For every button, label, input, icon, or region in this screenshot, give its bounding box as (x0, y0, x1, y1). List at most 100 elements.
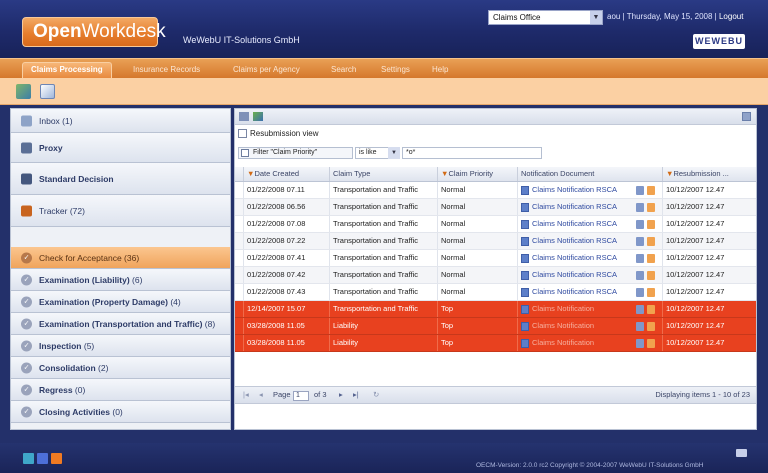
filter-checkbox[interactable] (241, 149, 249, 157)
folder-icon[interactable] (647, 237, 655, 246)
edit-icon[interactable] (636, 186, 644, 195)
table-row[interactable]: 03/28/2008 11.05 Liability Top Claims Notif… (235, 335, 756, 352)
tab-search[interactable]: Search (331, 63, 356, 79)
cell-notification-document[interactable]: Claims Notification RSCA (517, 284, 662, 300)
tab-claims-per-agency[interactable]: Claims per Agency (233, 63, 300, 79)
next-page-icon[interactable]: ▸ (339, 390, 343, 399)
office-select[interactable]: Claims Office ▼ (488, 10, 603, 25)
sidebar-task-check-for-acceptance[interactable]: ✓ Check for Acceptance (36) (11, 247, 230, 269)
folder-icon[interactable] (736, 449, 747, 457)
copy-icon[interactable] (16, 84, 31, 99)
sidebar-task-examination-property-damage[interactable]: ✓ Examination (Property Damage) (4) (11, 291, 230, 313)
table-row[interactable]: 01/22/2008 06.56 Transportation and Traff… (235, 199, 756, 216)
cell-notification-document[interactable]: Claims Notification RSCA (517, 199, 662, 215)
sidebar-item-tracker[interactable]: Tracker (72) (11, 195, 230, 227)
sidebar-task-inspection[interactable]: ✓ Inspection (5) (11, 335, 230, 357)
chevron-down-icon[interactable]: ▼ (388, 147, 400, 159)
app-square-icon[interactable] (37, 453, 48, 464)
table-row[interactable]: 01/22/2008 07.42 Transportation and Traff… (235, 267, 756, 284)
edit-icon[interactable] (636, 339, 644, 348)
sidebar-item-proxy[interactable]: Proxy (11, 133, 230, 163)
folder-icon[interactable] (647, 322, 655, 331)
document-link[interactable]: Claims Notification RSCA (532, 219, 617, 228)
folder-icon[interactable] (647, 271, 655, 280)
cell-notification-document[interactable]: Claims Notification (517, 318, 662, 334)
sidebar-item-standard-decision[interactable]: Standard Decision (11, 163, 230, 195)
cell-notification-document[interactable]: Claims Notification RSCA (517, 250, 662, 266)
col-date-created[interactable]: ▼Date Created (243, 167, 329, 181)
col-resubmission[interactable]: ▼Resubmission ... (662, 167, 756, 181)
document-link[interactable]: Claims Notification RSCA (532, 236, 617, 245)
cell-notification-document[interactable]: Claims Notification (517, 335, 662, 351)
edit-icon[interactable] (636, 322, 644, 331)
refresh-icon[interactable]: ↻ (373, 390, 379, 399)
document-link[interactable]: Claims Notification RSCA (532, 253, 617, 262)
edit-icon[interactable] (636, 237, 644, 246)
filter-value-input[interactable]: *o* (402, 147, 542, 159)
folder-icon[interactable] (647, 254, 655, 263)
filter-priority-label[interactable]: Filter "Claim Priority" (238, 147, 353, 159)
cell-notification-document[interactable]: Claims Notification RSCA (517, 216, 662, 232)
document-link[interactable]: Claims Notification (532, 304, 594, 313)
document-link[interactable]: Claims Notification RSCA (532, 287, 617, 296)
edit-icon[interactable] (636, 203, 644, 212)
table-row[interactable]: 01/22/2008 07.08 Transportation and Traff… (235, 216, 756, 233)
sidebar-item-inbox[interactable]: Inbox (1) (11, 109, 230, 133)
edit-icon[interactable] (636, 220, 644, 229)
cell-notification-document[interactable]: Claims Notification RSCA (517, 233, 662, 249)
table-row[interactable]: 01/22/2008 07.41 Transportation and Traff… (235, 250, 756, 267)
sidebar-item-label: Tracker (72) (39, 205, 85, 216)
col-claim-priority[interactable]: ▼Claim Priority (437, 167, 517, 181)
page-number-input[interactable]: 1 (293, 391, 309, 401)
cell-notification-document[interactable]: Claims Notification RSCA (517, 267, 662, 283)
edit-icon[interactable] (636, 305, 644, 314)
folder-icon[interactable] (647, 203, 655, 212)
app-square-icon[interactable] (51, 453, 62, 464)
edit-icon[interactable] (636, 254, 644, 263)
table-row[interactable]: 12/14/2007 15.07 Transportation and Traff… (235, 301, 756, 318)
sidebar-task-examination-transportation[interactable]: ✓ Examination (Transportation and Traffi… (11, 313, 230, 335)
prev-page-icon[interactable]: ◂ (259, 390, 263, 399)
cell-notification-document[interactable]: Claims Notification (517, 301, 662, 317)
table-row[interactable]: 01/22/2008 07.43 Transportation and Traff… (235, 284, 756, 301)
document-icon[interactable] (40, 84, 55, 99)
folder-icon[interactable] (647, 339, 655, 348)
folder-icon[interactable] (647, 220, 655, 229)
document-link[interactable]: Claims Notification RSCA (532, 185, 617, 194)
sidebar-task-regress[interactable]: ✓ Regress (0) (11, 379, 230, 401)
folder-icon[interactable] (647, 305, 655, 314)
logout-link[interactable]: Logout (719, 12, 743, 21)
table-row[interactable]: 03/28/2008 11.05 Liability Top Claims Notif… (235, 318, 756, 335)
table-row[interactable]: 01/22/2008 07.22 Transportation and Traff… (235, 233, 756, 250)
tab-help[interactable]: Help (432, 63, 448, 79)
tab-insurance-records[interactable]: Insurance Records (133, 63, 200, 79)
cell-notification-document[interactable]: Claims Notification RSCA (517, 182, 662, 198)
sidebar-task-consolidation[interactable]: ✓ Consolidation (2) (11, 357, 230, 379)
folder-icon[interactable] (647, 186, 655, 195)
table-row[interactable]: 01/22/2008 07.11 Transportation and Traff… (235, 182, 756, 199)
chevron-down-icon[interactable]: ▼ (590, 11, 602, 24)
document-link[interactable]: Claims Notification (532, 338, 594, 347)
sidebar-task-closing-activities[interactable]: ✓ Closing Activities (0) (11, 401, 230, 423)
tab-settings[interactable]: Settings (381, 63, 410, 79)
cell-claim-type: Transportation and Traffic (329, 182, 437, 198)
edit-icon[interactable] (636, 271, 644, 280)
document-link[interactable]: Claims Notification (532, 321, 594, 330)
document-link[interactable]: Claims Notification RSCA (532, 202, 617, 211)
maximize-icon[interactable] (742, 112, 751, 121)
tab-claims-processing[interactable]: Claims Processing (22, 62, 112, 79)
columns-icon[interactable] (239, 112, 249, 121)
document-link[interactable]: Claims Notification RSCA (532, 270, 617, 279)
col-notification-document[interactable]: Notification Document (517, 167, 662, 181)
edit-icon[interactable] (636, 288, 644, 297)
current-date: Thursday, May 15, 2008 (626, 12, 713, 21)
last-page-icon[interactable]: ▸| (353, 390, 359, 399)
col-claim-type[interactable]: Claim Type (329, 167, 437, 181)
first-page-icon[interactable]: |◂ (243, 390, 249, 399)
resubmission-view-toggle[interactable]: Resubmission view (238, 129, 318, 139)
sidebar-task-examination-liability[interactable]: ✓ Examination (Liability) (6) (11, 269, 230, 291)
app-square-icon[interactable] (23, 453, 34, 464)
resubmission-checkbox[interactable] (238, 129, 247, 139)
folder-icon[interactable] (647, 288, 655, 297)
export-icon[interactable] (253, 112, 263, 121)
